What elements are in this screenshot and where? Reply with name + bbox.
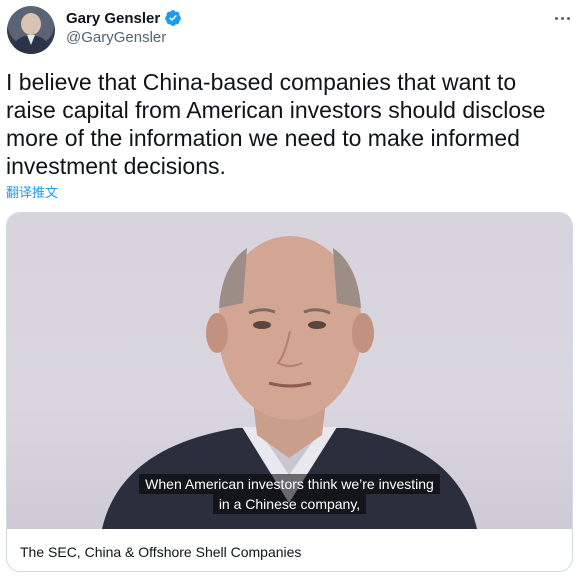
avatar[interactable] [7,6,55,54]
tweet-text: I believe that China-based companies tha… [6,69,546,179]
speaker-illustration [102,236,477,529]
author-handle[interactable]: @GaryGensler [66,29,166,46]
dot [560,16,564,20]
more-options-icon[interactable] [550,8,574,28]
translate-tweet-link[interactable]: 翻译推文 [6,182,58,201]
video-thumbnail[interactable]: When American investors think we’re inve… [7,213,572,529]
tweet-header: Gary Gensler @GaryGensler [0,0,579,60]
dot [554,16,558,20]
verified-badge-icon [165,10,182,26]
author-name[interactable]: Gary Gensler [66,10,160,27]
card-title[interactable]: The SEC, China & Offshore Shell Companie… [20,544,301,560]
avatar-face [21,13,41,35]
link-card[interactable]: When American investors think we’re inve… [6,212,573,572]
dot [566,16,570,20]
author-name-row: Gary Gensler [66,8,182,28]
